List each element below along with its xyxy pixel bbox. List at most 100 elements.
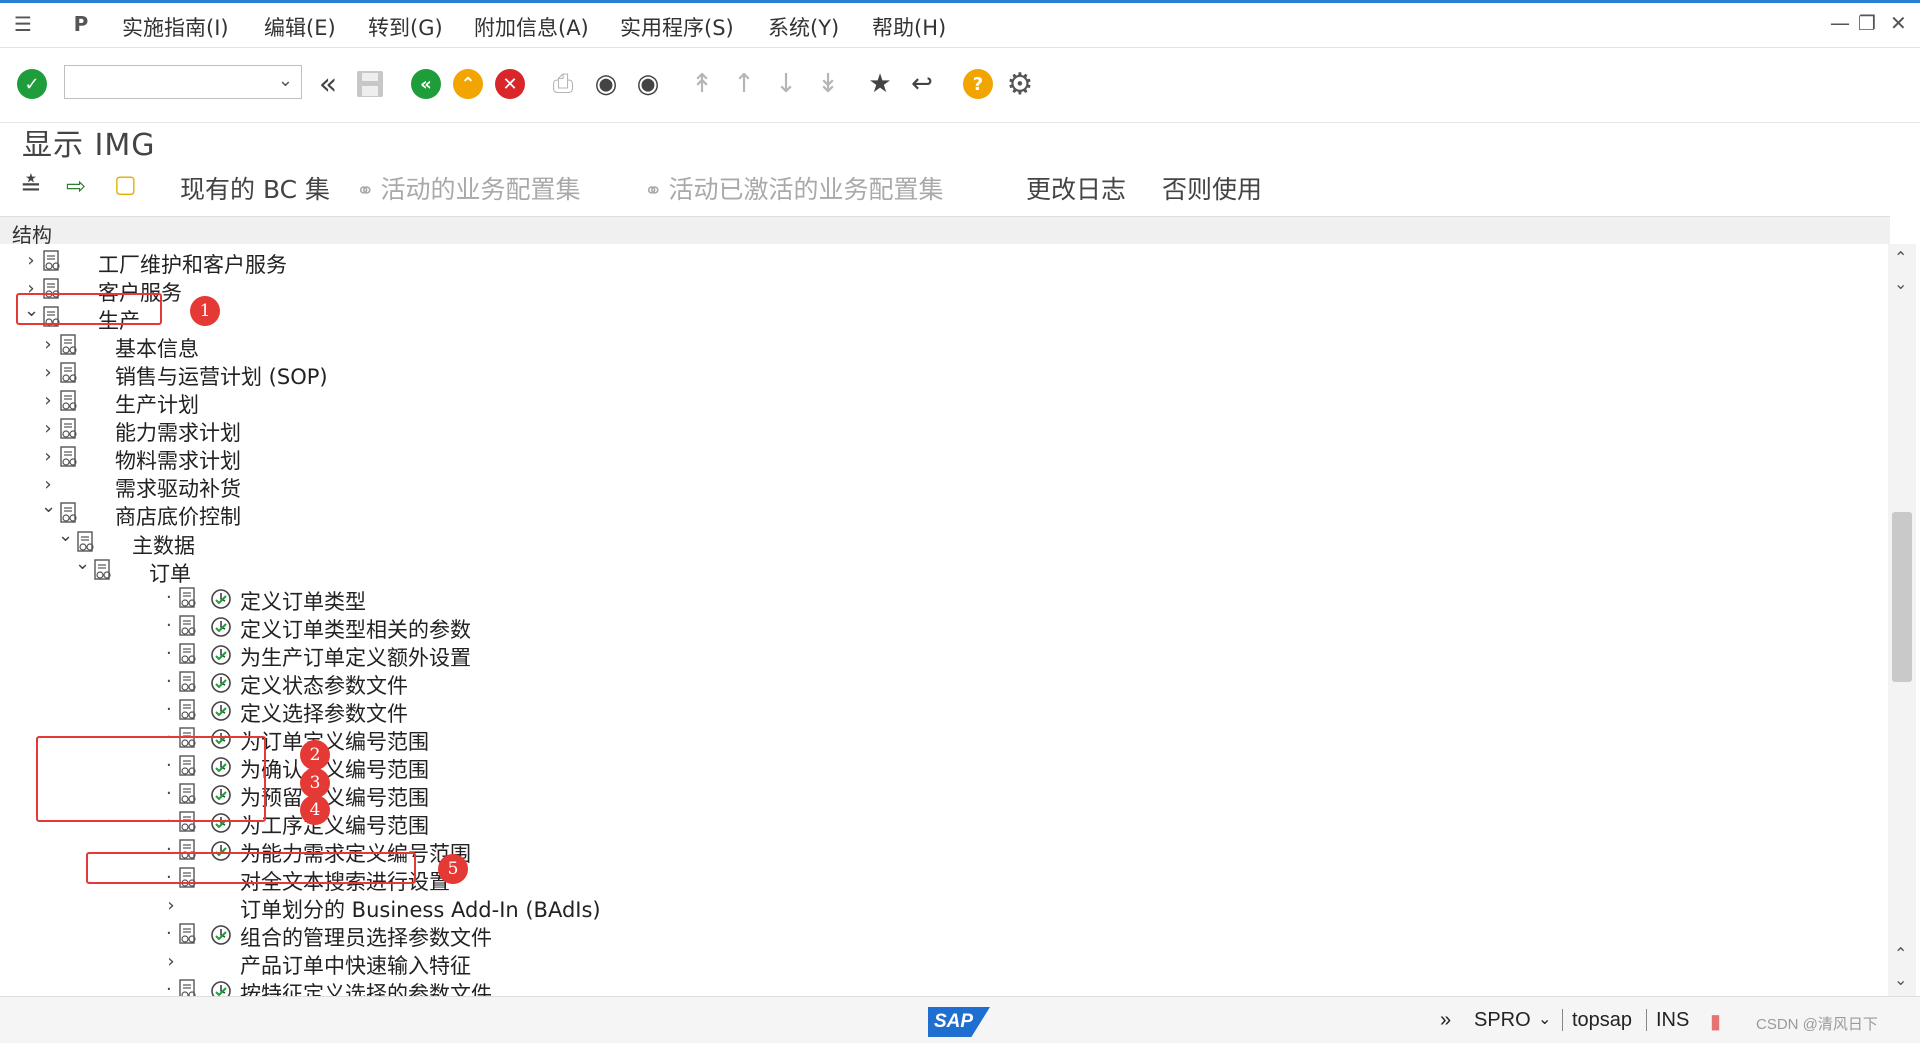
existing-bc-sets-button[interactable]: 现有的 BC 集 [180, 170, 330, 206]
previous-page-icon[interactable]: ↑ [726, 66, 762, 102]
otherwise-use-button[interactable]: 否则使用 [1162, 170, 1262, 206]
tree-node-label[interactable]: 为订单定义编号范围 [240, 726, 429, 756]
tree-node-demand-driven[interactable]: › 需求驱动补货 [0, 472, 1888, 503]
tree-node-status-profiles[interactable]: · 定义状态参数文件 [0, 669, 1888, 700]
img-document-icon[interactable] [178, 587, 198, 609]
find-icon[interactable]: ◉ [588, 66, 624, 102]
execute-activity-icon[interactable] [210, 588, 232, 610]
tree-node-label[interactable]: 定义选择参数文件 [240, 698, 408, 728]
img-document-icon[interactable] [59, 502, 79, 524]
tree-node-order-split-badis[interactable]: › 订单划分的 Business Add-In (BAdIs) [0, 893, 1888, 922]
tree-node-label[interactable]: 定义订单类型相关的参数 [240, 614, 471, 644]
execute-activity-icon[interactable] [210, 980, 232, 996]
expanded-arrow-icon[interactable]: ⌄ [58, 525, 73, 547]
leaf-dot-icon[interactable]: · [166, 587, 176, 608]
tree-node-label[interactable]: 生产计划 [115, 389, 199, 419]
exit-button[interactable]: ⌃ [450, 66, 486, 102]
cancel-button[interactable]: ✕ [492, 66, 528, 102]
tree-node-label[interactable]: 为确认定义编号范围 [240, 754, 429, 784]
last-page-icon[interactable]: ↡ [810, 66, 846, 102]
tree-node-shop-floor-control[interactable]: ⌄ 商店底价控制 [0, 496, 1888, 531]
img-document-icon[interactable] [59, 334, 79, 356]
tree-node-confirmation-number-ranges[interactable]: · 为确认定义编号范围 [0, 753, 1888, 784]
back-button[interactable]: « [408, 66, 444, 102]
status-expand-icon[interactable]: » [1440, 1009, 1451, 1032]
copy-icon[interactable]: ▢ [114, 170, 137, 198]
menu-help[interactable]: 帮助(H) [872, 12, 946, 42]
tree-node-label[interactable]: 为生产订单定义额外设置 [240, 642, 471, 672]
scroll-thumb[interactable] [1892, 512, 1912, 682]
sap-menu-icon[interactable]: P [68, 11, 94, 37]
leaf-dot-icon[interactable]: · [166, 699, 176, 720]
tree-node-label[interactable]: 为工序定义编号范围 [240, 810, 429, 840]
collapsed-arrow-icon[interactable]: › [41, 390, 55, 412]
tree-node-production-planning[interactable]: › 生产计划 [0, 388, 1888, 419]
command-field[interactable]: ⌄ [64, 65, 302, 99]
tree-node-operation-number-ranges[interactable]: · 为工序定义编号范围 [0, 809, 1888, 840]
leaf-dot-icon[interactable]: · [166, 979, 176, 996]
menu-goto[interactable]: 转到(G) [368, 12, 443, 42]
img-document-icon[interactable] [59, 362, 79, 384]
tree-node-label[interactable]: 为预留定义编号范围 [240, 782, 429, 812]
help-button[interactable]: ? [960, 66, 996, 102]
tree-node-master-data[interactable]: ⌄ 主数据 [0, 525, 1888, 560]
collapsed-arrow-icon[interactable]: › [164, 951, 178, 973]
menu-edit[interactable]: 编辑(E) [264, 12, 336, 42]
minimize-icon[interactable]: — [1830, 11, 1850, 35]
tree-node-production[interactable]: ⌄ 生产 [0, 300, 1888, 333]
tree-node-admin-selection-profiles[interactable]: · 组合的管理员选择参数文件 [0, 921, 1888, 952]
img-document-icon[interactable] [178, 643, 198, 665]
img-document-icon[interactable] [178, 923, 198, 945]
tree-node-fast-entry-characteristics[interactable]: › 产品订单中快速输入特征 [0, 949, 1888, 980]
tree-node-label[interactable]: 主数据 [132, 530, 195, 560]
tree-node-basic-data[interactable]: › 基本信息 [0, 332, 1888, 363]
page-up-icon[interactable]: ⌃ [1894, 944, 1907, 963]
scroll-down-icon[interactable]: ⌄ [1894, 274, 1907, 293]
chevron-down-icon[interactable]: ⌄ [1538, 1009, 1551, 1029]
img-document-icon[interactable] [59, 418, 79, 440]
img-document-icon[interactable] [178, 671, 198, 693]
tree-node-prod-order-extra-settings[interactable]: · 为生产订单定义额外设置 [0, 641, 1888, 672]
collapsed-arrow-icon[interactable]: › [41, 446, 55, 468]
next-page-icon[interactable]: ↓ [768, 66, 804, 102]
tree-node-label[interactable]: 定义状态参数文件 [240, 670, 408, 700]
tree-node-capacity-requirements[interactable]: › 能力需求计划 [0, 416, 1888, 445]
tree-node-characteristic-selection-profiles[interactable]: · 按特征定义选择的参数文件 [0, 977, 1888, 996]
transport-icon[interactable]: ⇨ [66, 172, 86, 200]
tree-node-label[interactable]: 基本信息 [115, 333, 199, 363]
leaf-dot-icon[interactable]: · [166, 615, 176, 636]
menu-utilities[interactable]: 实用程序(S) [620, 12, 734, 42]
tree-node-label[interactable]: 销售与运营计划 (SOP) [115, 361, 328, 391]
find-next-icon[interactable]: ◉ [630, 66, 666, 102]
tree-node-label[interactable]: 工厂维护和客户服务 [98, 249, 287, 279]
expand-all-icon[interactable]: ≛ [20, 172, 42, 202]
tree-node-label[interactable]: 定义订单类型 [240, 586, 366, 616]
collapse-history-icon[interactable]: « [310, 66, 346, 102]
save-button[interactable] [352, 66, 388, 102]
tree-node-selection-profiles[interactable]: · 定义选择参数文件 [0, 697, 1888, 728]
leaf-dot-icon[interactable]: · [166, 923, 176, 944]
execute-activity-icon[interactable] [210, 672, 232, 694]
tree-node-define-order-type-params[interactable]: · 定义订单类型相关的参数 [0, 613, 1888, 644]
menu-implementation-guide[interactable]: 实施指南(I) [122, 12, 229, 42]
change-log-button[interactable]: 更改日志 [1026, 170, 1126, 206]
enter-button[interactable]: ✓ [14, 66, 50, 102]
create-session-icon[interactable]: ★ [862, 66, 898, 102]
tree-node-order[interactable]: ⌄ 订单 [0, 553, 1888, 586]
tree-node-label[interactable]: 商店底价控制 [115, 501, 241, 531]
tree-node-label[interactable]: 组合的管理员选择参数文件 [240, 922, 492, 952]
chevron-down-icon[interactable]: ⌄ [278, 70, 293, 91]
img-document-icon[interactable] [76, 531, 96, 553]
execute-activity-icon[interactable] [210, 616, 232, 638]
close-icon[interactable]: ✕ [1890, 11, 1907, 35]
tree-node-sop[interactable]: › 销售与运营计划 (SOP) [0, 360, 1888, 391]
tree-node-label[interactable]: 物料需求计划 [115, 445, 241, 475]
leaf-dot-icon[interactable]: · [166, 671, 176, 692]
img-document-icon[interactable] [178, 979, 198, 996]
tree-node-label[interactable]: 需求驱动补货 [115, 473, 241, 503]
tree-node-label[interactable]: 产品订单中快速输入特征 [240, 950, 471, 980]
tree-node-plant-maintenance[interactable]: › 工厂维护和客户服务 [0, 248, 1888, 279]
vertical-scrollbar[interactable]: ⌃ ⌄ ⌃ ⌄ [1888, 244, 1916, 996]
collapsed-arrow-icon[interactable]: › [24, 250, 38, 272]
tree-node-reservation-number-ranges[interactable]: · 为预留定义编号范围 [0, 781, 1888, 812]
